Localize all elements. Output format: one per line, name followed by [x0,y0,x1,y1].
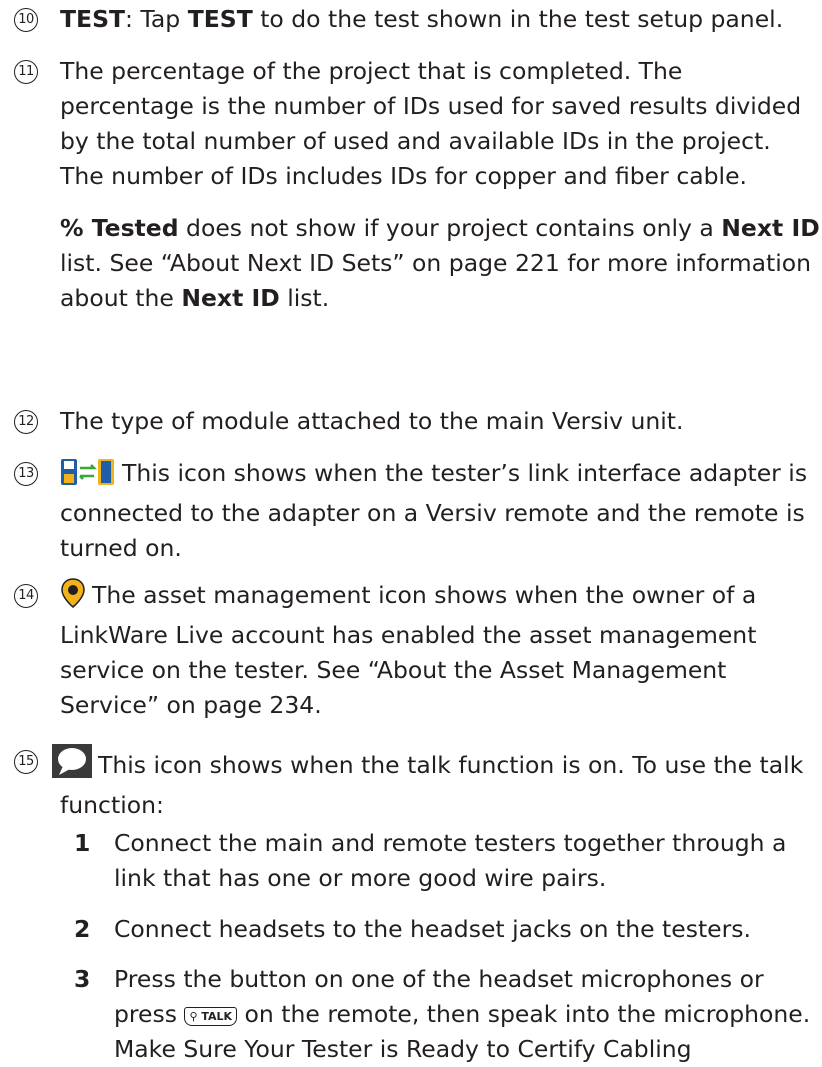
next-id-label: Next ID [181,284,280,312]
item-number: 12 [14,410,38,434]
item-text: The asset management icon shows when the… [60,581,757,719]
step-number: 1 [74,829,91,857]
item-text: The percentage of the project that is co… [60,57,802,190]
item-number: 11 [14,60,38,84]
talk-key-label: TALK [201,1010,233,1023]
item-number: 13 [14,462,38,486]
step-text: Connect headsets to the headset jacks on… [114,915,752,943]
note-text: list. See “About Next ID Sets” on page 2… [60,249,812,312]
item-text: This icon shows when the talk function i… [60,751,804,819]
item-number: 10 [14,8,38,32]
asset-management-icon [60,578,86,618]
item-text: This icon shows when the tester’s link i… [60,459,808,562]
item-note: % Tested does not show if your project c… [60,211,820,316]
step-text: Connect the main and remote testers toge… [114,829,787,892]
test-label: TEST [60,5,126,33]
test-inline-label: TEST [187,5,253,33]
item-text: : Tap [125,5,188,33]
note-text: does not show if your project contains o… [178,214,722,242]
next-id-label: Next ID [721,214,820,242]
item-text: to do the test shown in the test setup p… [252,5,784,33]
item-number: 14 [14,584,38,608]
talk-bubble-icon [52,744,92,788]
note-text: list. [279,284,330,312]
step-number: 2 [74,915,91,943]
item-number: 15 [14,750,38,774]
percent-tested-label: % Tested [60,214,179,242]
talk-key-icon: ⚲ TALK [184,1007,238,1026]
item-text: The type of module attached to the main … [60,407,684,435]
step-number: 3 [74,965,91,993]
remote-connected-icon [60,458,116,496]
